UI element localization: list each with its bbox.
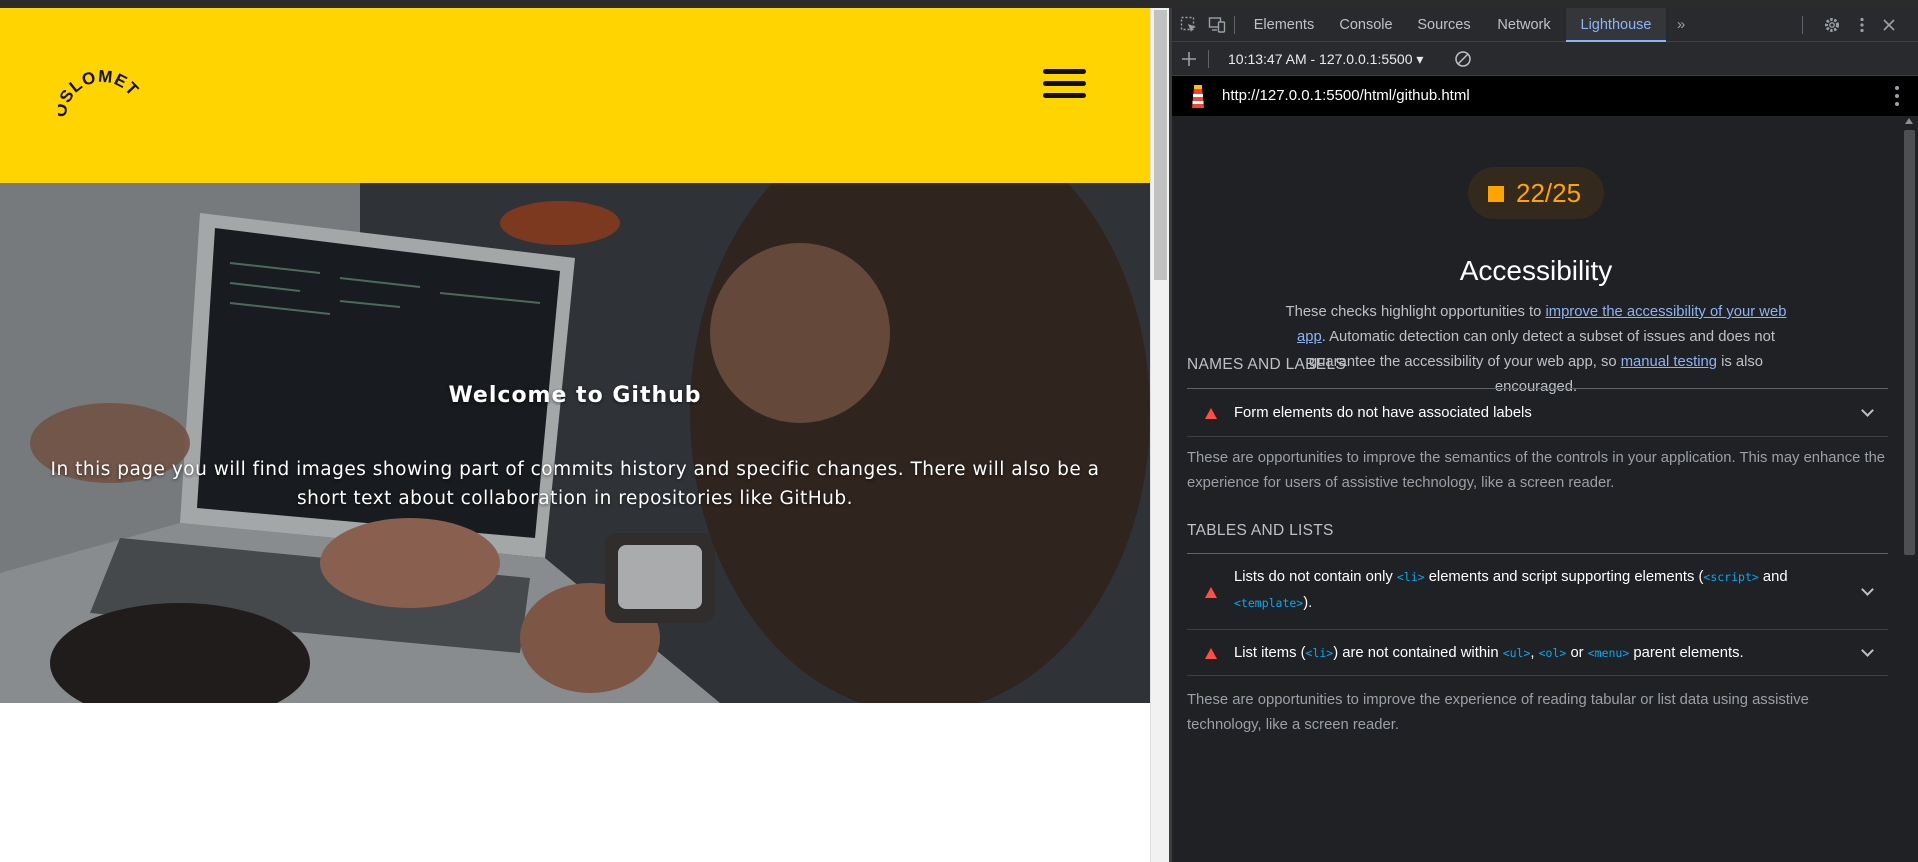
toolbar-separator: [1208, 50, 1209, 68]
tab-lighthouse[interactable]: Lighthouse: [1566, 8, 1666, 42]
oslomet-logo[interactable]: OSLOMET: [58, 70, 148, 130]
fail-triangle-icon: [1205, 408, 1217, 419]
hero-title: Welcome to Github: [448, 383, 702, 408]
toolbar-separator: [1234, 16, 1235, 34]
audit-row-form-labels[interactable]: Form elements do not have associated lab…: [1187, 389, 1888, 437]
hamburger-bar: [1043, 93, 1086, 98]
new-report-plus-icon[interactable]: [1180, 50, 1198, 68]
audit-row-lists-only-li[interactable]: Lists do not contain only <li> elements …: [1187, 554, 1888, 630]
tab-elements[interactable]: Elements: [1242, 8, 1326, 42]
code-ul: <ul>: [1502, 646, 1531, 660]
group-description: These are opportunities to improve the e…: [1187, 692, 1809, 733]
close-devtools-icon[interactable]: [1880, 16, 1898, 34]
fail-triangle-icon: [1205, 587, 1217, 598]
group-title-names-labels: NAMES AND LABELS: [1187, 356, 1346, 373]
lighthouse-report[interactable]: 22/25 Accessibility These checks highlig…: [1172, 116, 1900, 862]
code-ol: <ol>: [1538, 646, 1567, 660]
score-gauge[interactable]: 22/25: [1468, 167, 1604, 219]
report-menu-icon[interactable]: [1894, 86, 1900, 108]
score-square-icon: [1488, 186, 1504, 202]
scroll-up-arrow-icon[interactable]: [1905, 118, 1913, 124]
devtools-panel: Elements Console Sources Network Lightho…: [1172, 8, 1918, 862]
inspect-element-icon[interactable]: [1180, 16, 1198, 34]
code-li: <li>: [1396, 570, 1425, 584]
lighthouse-url-bar: http://127.0.0.1:5500/html/github.html: [1172, 76, 1918, 116]
svg-text:OSLOMET: OSLOMET: [58, 70, 143, 119]
logo-text: OSLOMET: [58, 70, 142, 119]
lighthouse-logo-icon: [1192, 85, 1204, 108]
report-scrollbar-thumb[interactable]: [1904, 130, 1915, 555]
report-selector-dropdown[interactable]: 10:13:47 AM - 127.0.0.1:5500 ▾: [1228, 42, 1423, 76]
fail-triangle-icon: [1205, 648, 1217, 659]
category-description: These checks highlight opportunities to …: [1285, 304, 1787, 395]
tab-console[interactable]: Console: [1328, 8, 1404, 42]
code-script: <script>: [1703, 570, 1759, 584]
manual-testing-link[interactable]: manual testing: [1621, 354, 1717, 370]
devtools-tab-bar: Elements Console Sources Network Lightho…: [1172, 8, 1918, 42]
more-tabs-chevron-icon[interactable]: »: [1672, 16, 1690, 34]
score-value: 22/25: [1516, 178, 1582, 208]
hero-banner: Welcome to Github In this page you will …: [0, 183, 1150, 703]
expand-chevron-icon[interactable]: [1861, 583, 1874, 596]
group-title-tables-lists: TABLES AND LISTS: [1187, 522, 1334, 539]
expand-chevron-icon[interactable]: [1861, 644, 1874, 657]
settings-gear-icon[interactable]: [1823, 16, 1841, 34]
page-viewport[interactable]: OSLOMET: [0, 8, 1150, 862]
customize-menu-icon[interactable]: [1853, 16, 1871, 34]
hero-background-image: [0, 183, 1150, 703]
browser-top-strip: [0, 0, 1918, 8]
audit-row-listitem-parent[interactable]: List items (<li>) are not contained with…: [1187, 630, 1888, 676]
code-menu: <menu>: [1587, 646, 1630, 660]
audited-url: http://127.0.0.1:5500/html/github.html: [1222, 87, 1470, 104]
lighthouse-toolbar: 10:13:47 AM - 127.0.0.1:5500 ▾: [1172, 42, 1918, 76]
tab-network[interactable]: Network: [1486, 8, 1562, 42]
audit-title: Form elements do not have associated lab…: [1234, 405, 1532, 421]
toolbar-separator: [1802, 16, 1803, 34]
hamburger-bar: [1043, 81, 1086, 86]
device-toolbar-icon[interactable]: [1208, 16, 1226, 34]
report-scrollbar[interactable]: [1901, 116, 1918, 862]
hamburger-bar: [1043, 69, 1086, 74]
audit-title: List items (<li>) are not contained with…: [1234, 645, 1744, 661]
page-scrollbar-thumb[interactable]: [1154, 10, 1167, 280]
expand-chevron-icon[interactable]: [1861, 404, 1874, 417]
page-scrollbar[interactable]: [1150, 8, 1169, 862]
category-title: Accessibility: [1459, 255, 1613, 286]
audit-title: Lists do not contain only <li> elements …: [1234, 569, 1788, 611]
hamburger-menu-button[interactable]: [1043, 69, 1086, 101]
group-description: These are opportunities to improve the s…: [1187, 450, 1886, 491]
site-header: OSLOMET: [0, 8, 1150, 183]
hero-text: In this page you will find images showin…: [50, 459, 1100, 509]
code-li: <li>: [1305, 646, 1334, 660]
clear-reports-icon[interactable]: [1454, 50, 1472, 68]
code-template: <template>: [1234, 596, 1304, 610]
tab-sources[interactable]: Sources: [1406, 8, 1482, 42]
